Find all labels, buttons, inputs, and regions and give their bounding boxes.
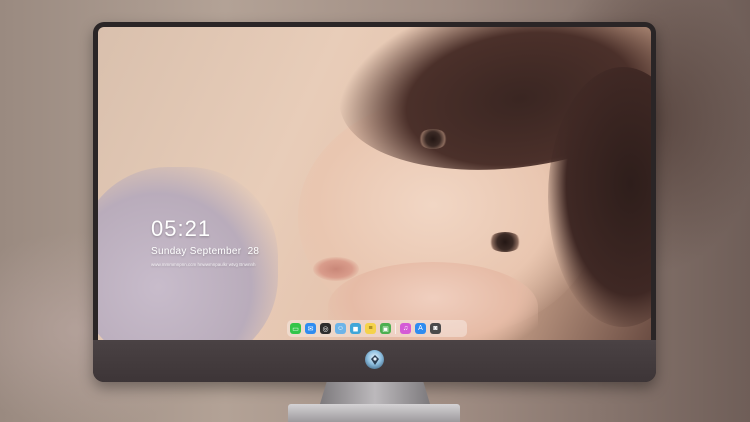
monitor-chin (93, 340, 656, 382)
wallpaper-eye (418, 129, 448, 149)
safari-icon[interactable]: ◎ (320, 323, 331, 334)
monitor-stand-neck (320, 382, 430, 404)
lock-subtitle: www.mmmmnpnn.ccm hnwwmnpaulkr wtvg Bnwnn… (151, 262, 256, 267)
lock-screen[interactable]: 05:21 Sunday September 28 www.mmmmnpnn.c… (98, 27, 651, 340)
app-store-icon[interactable]: A (415, 323, 426, 334)
finder-icon[interactable]: ☺ (335, 323, 346, 334)
itunes-icon[interactable]: ♫ (400, 323, 411, 334)
clock-date: Sunday September 28 (151, 246, 260, 257)
photos-viewer-icon[interactable]: ▣ (380, 323, 391, 334)
dock: ▭ ✉ ◎ ☺ ◼ ≡ ▣ ♫ A ◙ (287, 320, 467, 337)
notes-icon[interactable]: ≡ (365, 323, 376, 334)
clock-time: 05:21 (151, 216, 212, 241)
claquette-icon[interactable]: ◼ (350, 323, 361, 334)
monitor-stand-base (288, 404, 460, 422)
dock-separator (395, 323, 396, 334)
desktop-stage: 05:21 Sunday September 28 www.mmmmnpnn.c… (0, 0, 750, 422)
monitor: 05:21 Sunday September 28 www.mmmmnpnn.c… (93, 22, 656, 382)
mail-icon[interactable]: ✉ (305, 323, 316, 334)
brand-logo-icon (365, 350, 384, 369)
camera-icon[interactable]: ◙ (430, 323, 441, 334)
messages-icon[interactable]: ▭ (290, 323, 301, 334)
lock-info: 05:21 Sunday September 28 www.mmmmnpnn.c… (151, 216, 260, 268)
wallpaper-eye (488, 232, 522, 252)
